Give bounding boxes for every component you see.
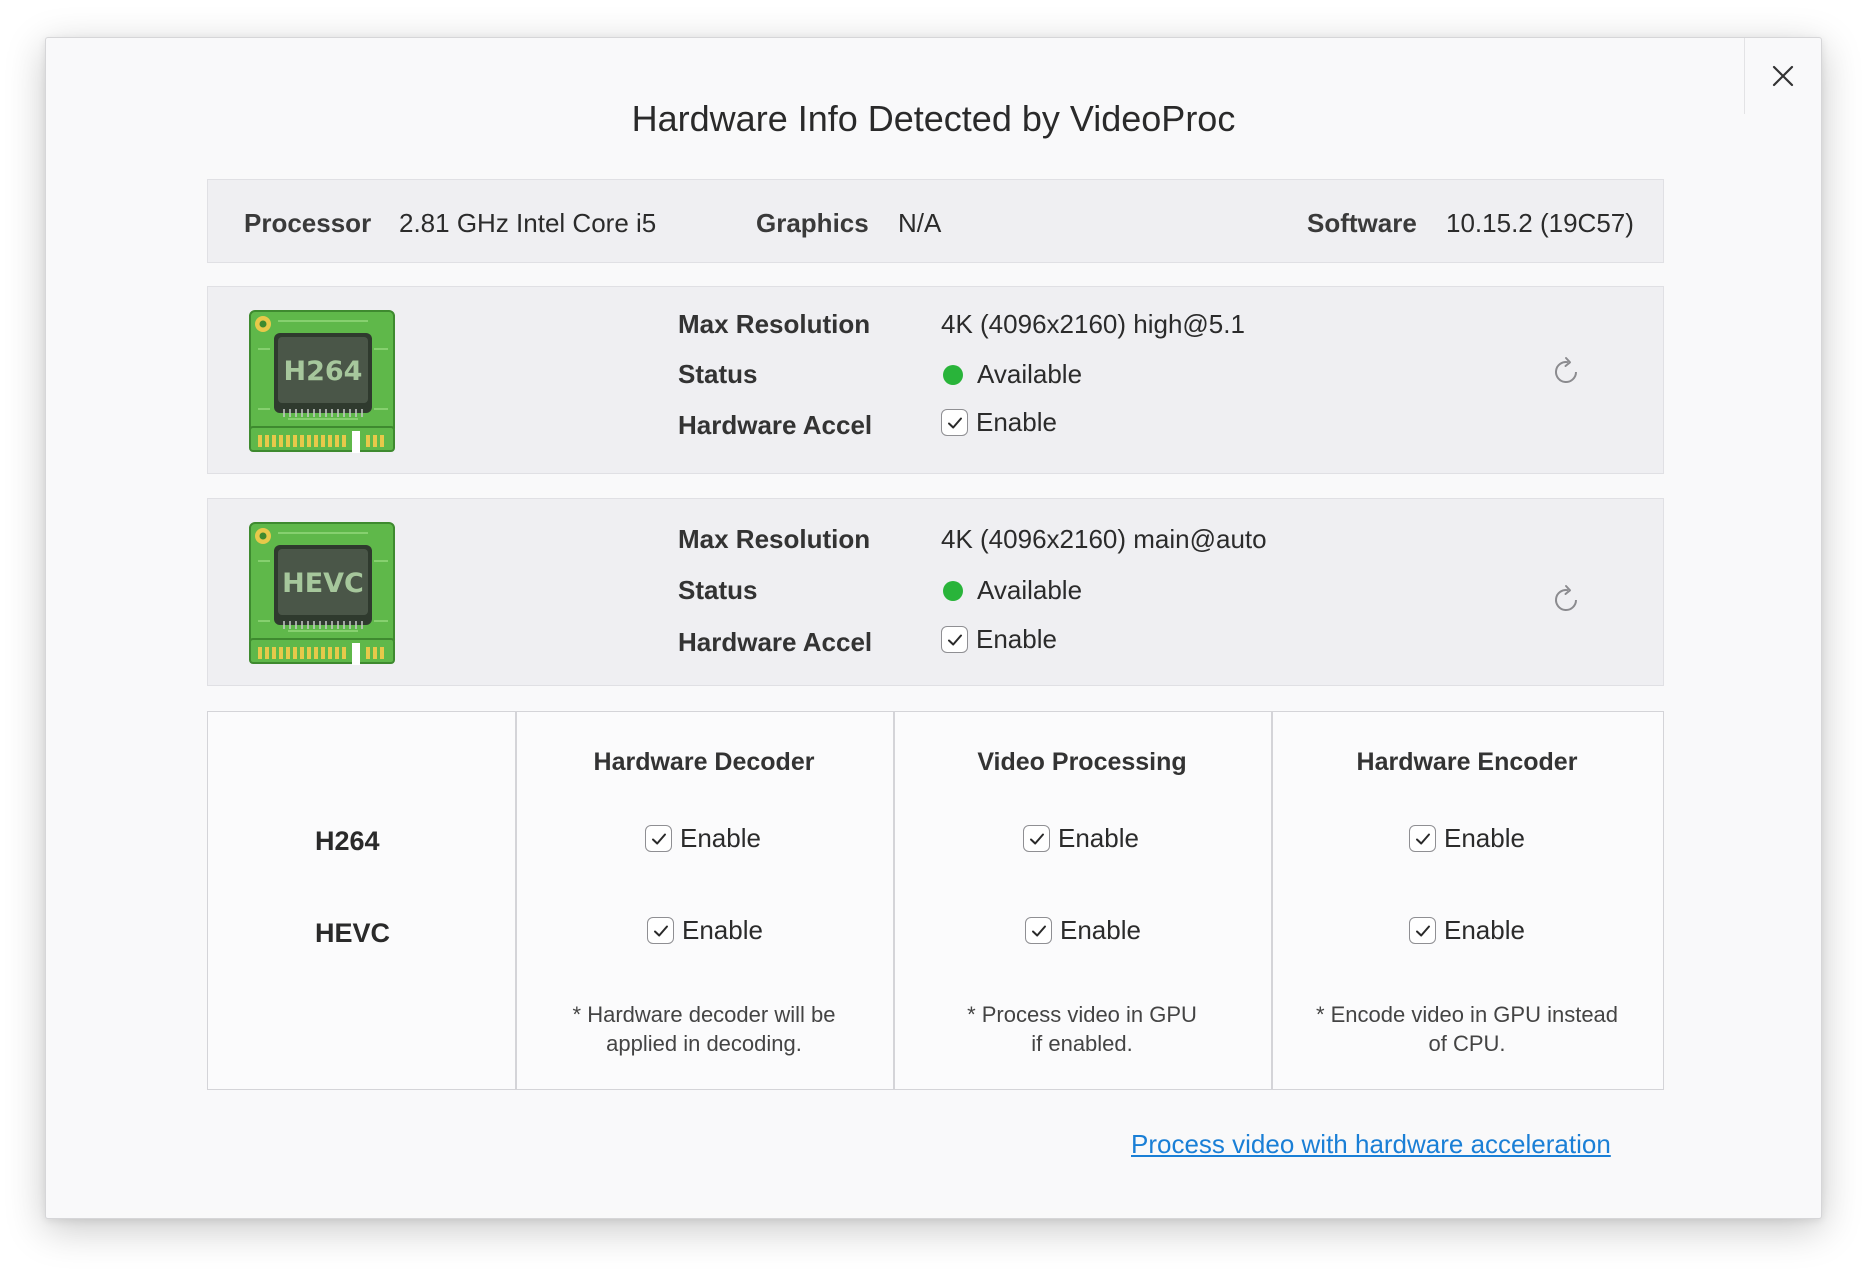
graphics-value: N/A — [898, 208, 942, 238]
h264-refresh-icon[interactable] — [1549, 355, 1583, 389]
decoder-note: * Hardware decoder will be applied in dec… — [572, 1002, 836, 1056]
hevc-encoder-checkbox[interactable]: Enable — [1409, 915, 1525, 946]
processing-note: * Process video in GPU if enabled. — [967, 1002, 1197, 1056]
checkbox-label: Enable — [680, 823, 761, 853]
checkbox-label: Enable — [1058, 823, 1139, 853]
capability-matrix: Hardware Decoder Video Processing Hardwa… — [207, 711, 1664, 1090]
h264-decoder-checkbox[interactable]: Enable — [645, 823, 761, 854]
encoder-note: * Encode video in GPU instead of CPU. — [1315, 1002, 1619, 1056]
h264-chip-label: H264 — [284, 356, 363, 387]
row-label-hevc: HEVC — [315, 918, 391, 948]
software-label: Software — [1307, 208, 1417, 238]
checkbox-box[interactable] — [941, 626, 968, 653]
h264-hardware-accel-label: Hardware Accel — [678, 410, 873, 440]
checkmark-icon — [651, 833, 666, 844]
software-value: 10.15.2 (19C57) — [1446, 208, 1634, 238]
h264-processing-checkbox[interactable]: Enable — [1023, 823, 1139, 854]
system-info-bar: Processor 2.81 GHz Intel Core i5 Graphic… — [207, 179, 1664, 263]
processor-value: 2.81 GHz Intel Core i5 — [399, 208, 657, 238]
column-header-hardware-encoder: Hardware Encoder — [1356, 748, 1578, 776]
processor-label: Processor — [244, 208, 372, 238]
h264-status-label: Status — [678, 359, 758, 389]
checkbox-box[interactable] — [941, 409, 968, 436]
checkbox-label: Enable — [1060, 915, 1141, 945]
hevc-hardware-accel-checkbox[interactable]: Enable — [941, 624, 1057, 655]
status-available-dot — [943, 580, 963, 601]
codec-card-hevc: HEVC Max Resolution 4K (4096x2160) main@… — [207, 498, 1664, 686]
h264-max-resolution-label: Max Resolution — [678, 309, 871, 339]
checkbox-box[interactable] — [1409, 917, 1436, 944]
checkmark-icon — [1031, 925, 1046, 936]
graphics-label: Graphics — [756, 208, 869, 238]
hevc-status-value: Available — [977, 575, 1083, 605]
hevc-max-resolution-value: 4K (4096x2160) main@auto — [941, 524, 1267, 554]
checkmark-icon — [1415, 833, 1430, 844]
process-with-hardware-acceleration-link[interactable]: Process video with hardware acceleration — [1131, 1129, 1611, 1160]
hevc-chip-icon: HEVC — [249, 522, 395, 665]
h264-chip-icon: H264 — [249, 310, 395, 453]
h264-max-resolution-value: 4K (4096x2160) high@5.1 — [941, 309, 1245, 339]
checkbox-box[interactable] — [1409, 825, 1436, 852]
checkmark-icon — [1415, 925, 1430, 936]
checkbox-box[interactable] — [645, 825, 672, 852]
hevc-status: Available — [941, 575, 1082, 606]
h264-status-value: Available — [977, 359, 1083, 389]
checkbox-box[interactable] — [647, 917, 674, 944]
hevc-decoder-checkbox[interactable]: Enable — [647, 915, 763, 946]
hevc-status-label: Status — [678, 575, 758, 605]
hevc-chip-label: HEVC — [282, 568, 364, 599]
checkmark-icon — [653, 925, 668, 936]
checkbox-label: Enable — [682, 915, 763, 945]
checkbox-label: Enable — [1444, 823, 1525, 853]
checkmark-icon — [947, 634, 962, 645]
status-available-dot — [943, 364, 963, 385]
checkbox-label: Enable — [1444, 915, 1525, 945]
hevc-hardware-accel-label: Hardware Accel — [678, 627, 873, 657]
row-label-h264: H264 — [315, 826, 380, 856]
close-icon — [1772, 65, 1794, 87]
hardware-info-dialog: Hardware Info Detected by VideoProc Proc… — [45, 37, 1822, 1219]
h264-hardware-accel-enable-label: Enable — [976, 407, 1057, 437]
checkbox-box[interactable] — [1023, 825, 1050, 852]
hevc-max-resolution-label: Max Resolution — [678, 524, 871, 554]
hevc-processing-checkbox[interactable]: Enable — [1025, 915, 1141, 946]
dialog-title: Hardware Info Detected by VideoProc — [631, 98, 1236, 139]
hevc-hardware-accel-enable-label: Enable — [976, 624, 1057, 654]
checkmark-icon — [947, 417, 962, 428]
codec-card-h264: H264 Max Resolution 4K (4096x2160) high@… — [207, 286, 1664, 474]
column-header-hardware-decoder: Hardware Decoder — [593, 748, 815, 776]
hevc-refresh-icon[interactable] — [1549, 583, 1583, 617]
column-header-video-processing: Video Processing — [977, 748, 1187, 776]
checkbox-box[interactable] — [1025, 917, 1052, 944]
checkmark-icon — [1029, 833, 1044, 844]
h264-hardware-accel-checkbox[interactable]: Enable — [941, 407, 1057, 438]
h264-encoder-checkbox[interactable]: Enable — [1409, 823, 1525, 854]
h264-status: Available — [941, 359, 1082, 390]
